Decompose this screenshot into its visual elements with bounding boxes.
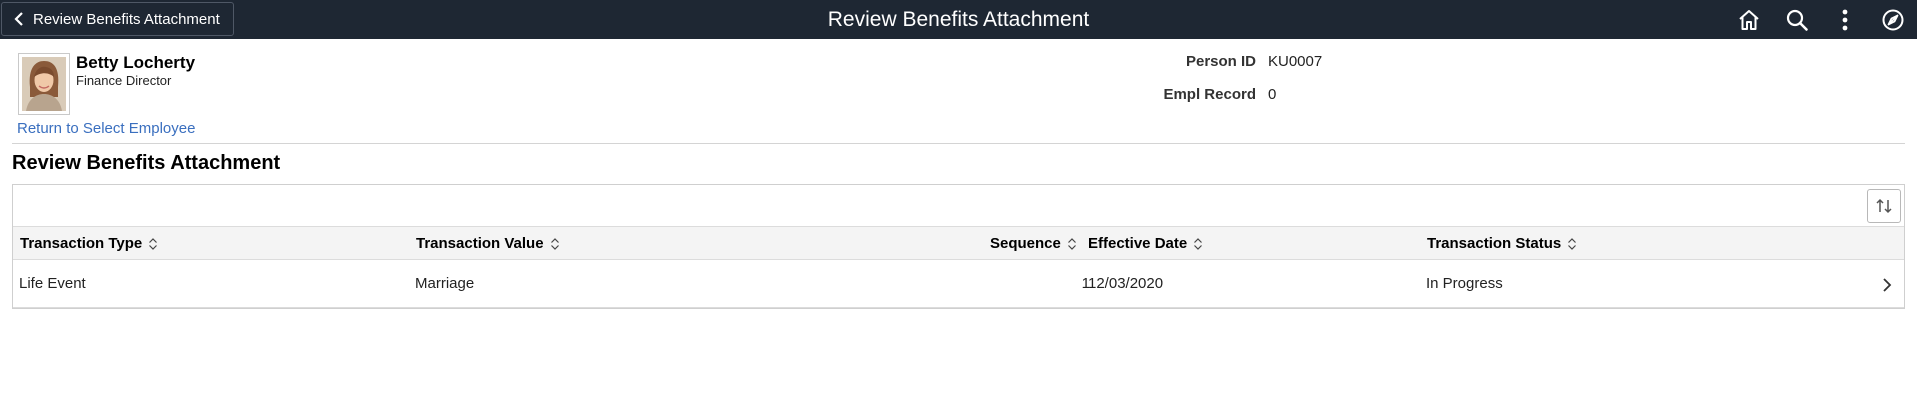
employee-job-title: Finance Director [76, 73, 172, 88]
back-button[interactable]: Review Benefits Attachment [1, 2, 234, 36]
person-id-label: Person ID [1185, 53, 1256, 70]
column-header-label: Sequence [990, 235, 1061, 252]
employee-photo [22, 57, 66, 111]
sort-toggle-icon [550, 237, 559, 250]
sort-button[interactable] [1867, 189, 1901, 223]
sort-toggle-icon [1194, 237, 1203, 250]
chevron-right-icon[interactable] [1880, 276, 1894, 294]
page-title: Review Benefits Attachment [827, 8, 1090, 31]
section-title: Review Benefits Attachment [12, 152, 281, 174]
more-options-icon[interactable] [1831, 6, 1859, 34]
column-header-transaction-value[interactable]: Transaction Value [416, 227, 560, 260]
cell-sequence: 1 [1081, 275, 1090, 292]
navigator-icon[interactable] [1879, 6, 1907, 34]
table-row[interactable]: Life Event Marriage 1 12/03/2020 In Prog… [13, 260, 1904, 308]
column-header-effective-date[interactable]: Effective Date [1088, 227, 1203, 260]
cell-effective-date: 12/03/2020 [1088, 275, 1164, 292]
employee-name: Betty Locherty [76, 53, 196, 72]
empl-record-label: Empl Record [1163, 86, 1256, 103]
search-icon[interactable] [1783, 6, 1811, 34]
column-header-label: Transaction Type [20, 235, 143, 252]
transactions-grid: Transaction Type Transaction Value Seque… [12, 184, 1905, 309]
home-icon[interactable] [1735, 6, 1763, 34]
empl-record-value: 0 [1268, 86, 1277, 103]
cell-transaction-type: Life Event [19, 275, 86, 292]
column-header-label: Transaction Value [416, 235, 544, 252]
avatar [18, 53, 70, 115]
person-id-value: KU0007 [1268, 53, 1323, 70]
grid-header-row: Transaction Type Transaction Value Seque… [13, 226, 1904, 260]
chevron-left-icon [14, 12, 23, 26]
column-header-sequence[interactable]: Sequence [990, 227, 1077, 260]
column-header-transaction-status[interactable]: Transaction Status [1427, 227, 1577, 260]
sort-toggle-icon [1067, 237, 1076, 250]
column-header-label: Transaction Status [1427, 235, 1562, 252]
return-to-select-employee-link[interactable]: Return to Select Employee [17, 120, 195, 137]
column-header-transaction-type[interactable]: Transaction Type [20, 227, 158, 260]
grid-toolbar [13, 185, 1904, 227]
sort-icon [1876, 198, 1892, 214]
top-banner: Review Benefits Attachment Review Benefi… [0, 0, 1917, 39]
column-header-label: Effective Date [1088, 235, 1188, 252]
divider [12, 143, 1905, 144]
back-button-label: Review Benefits Attachment [33, 10, 220, 28]
cell-transaction-status: In Progress [1426, 275, 1503, 292]
sort-toggle-icon [149, 237, 158, 250]
sort-toggle-icon [1568, 237, 1577, 250]
cell-transaction-value: Marriage [415, 275, 475, 292]
